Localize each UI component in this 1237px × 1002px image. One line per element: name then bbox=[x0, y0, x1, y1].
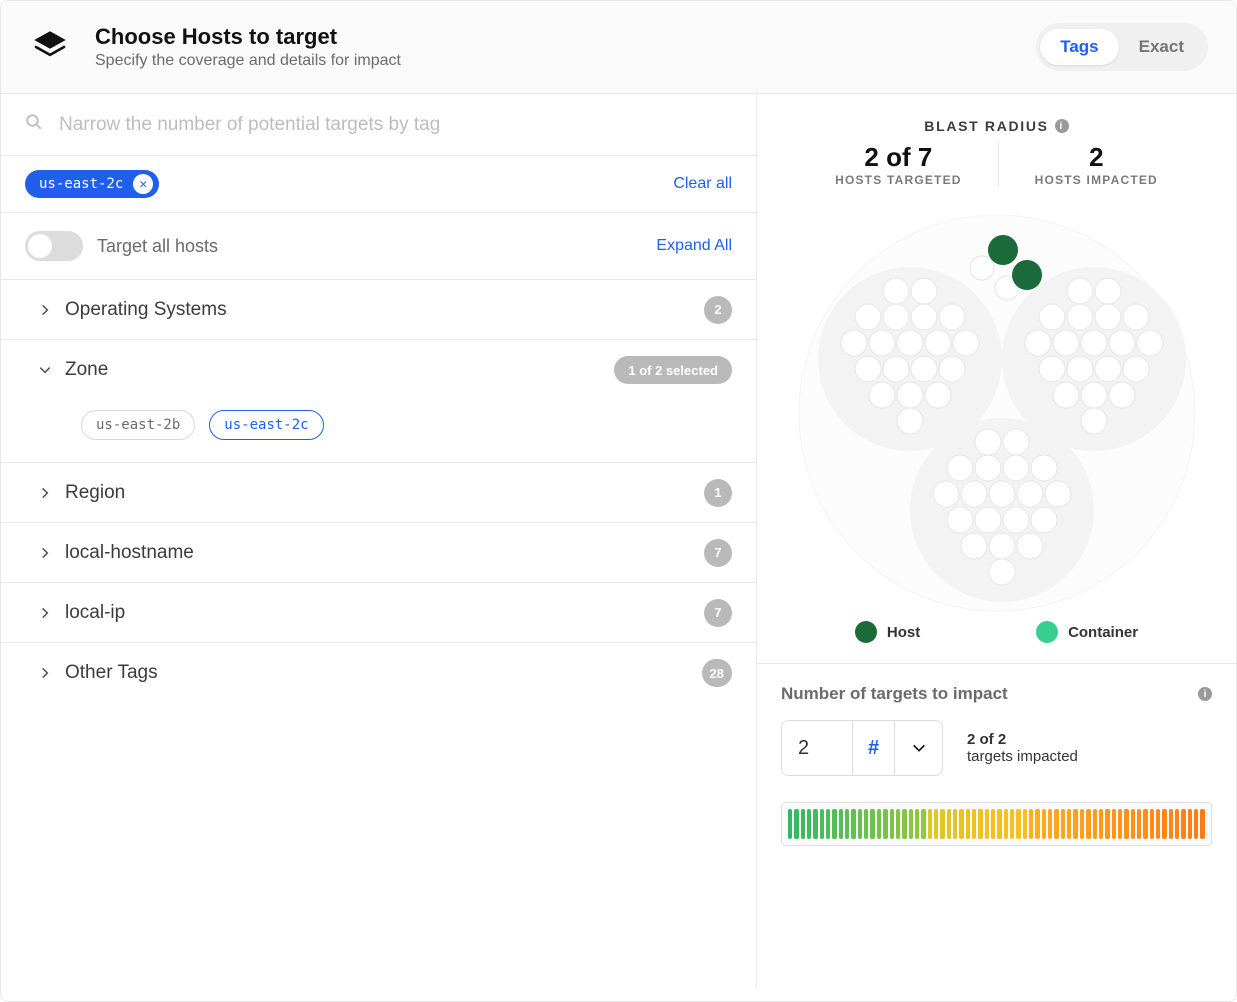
accordion-zone[interactable]: Zone 1 of 2 selected bbox=[1, 340, 756, 400]
accordion-other-tags[interactable]: Other Tags 28 bbox=[1, 643, 756, 703]
layers-icon bbox=[29, 26, 71, 68]
chevron-down-icon bbox=[25, 363, 65, 377]
count-badge: 7 bbox=[704, 599, 732, 627]
mode-toggle: Tags Exact bbox=[1036, 23, 1208, 71]
impact-summary: 2 of 2 targets impacted bbox=[967, 731, 1078, 765]
accordion-os[interactable]: Operating Systems 2 bbox=[1, 280, 756, 340]
clear-all-button[interactable]: Clear all bbox=[673, 171, 732, 197]
zone-option-1[interactable]: us-east-2c bbox=[209, 410, 323, 440]
count-badge: 7 bbox=[704, 539, 732, 567]
chevron-right-icon bbox=[25, 606, 65, 620]
accordion-region[interactable]: Region 1 bbox=[1, 463, 756, 523]
count-badge: 2 bbox=[704, 296, 732, 324]
accordion-local-ip[interactable]: local-ip 7 bbox=[1, 583, 756, 643]
impact-title: Number of targets to impact bbox=[781, 684, 1198, 704]
impact-count-input[interactable] bbox=[782, 721, 852, 775]
zone-option-0[interactable]: us-east-2b bbox=[81, 410, 195, 440]
toggle-label: Target all hosts bbox=[97, 236, 218, 257]
legend-container: Container bbox=[1036, 621, 1138, 643]
legend-host: Host bbox=[855, 621, 920, 643]
info-icon[interactable]: i bbox=[1198, 687, 1212, 701]
search-input[interactable] bbox=[57, 113, 732, 137]
page-title: Choose Hosts to target bbox=[95, 24, 1036, 50]
impact-unit-button[interactable]: # bbox=[852, 721, 894, 775]
accordion-local-hostname[interactable]: local-hostname 7 bbox=[1, 523, 756, 583]
chevron-right-icon bbox=[25, 303, 65, 317]
close-icon[interactable]: ✕ bbox=[133, 174, 153, 194]
blast-radius-title: BLAST RADIUS i bbox=[924, 118, 1068, 134]
selected-badge: 1 of 2 selected bbox=[614, 356, 732, 384]
tab-exact[interactable]: Exact bbox=[1119, 29, 1204, 65]
count-badge: 28 bbox=[702, 659, 732, 687]
expand-all-button[interactable]: Expand All bbox=[656, 233, 732, 259]
chevron-right-icon bbox=[25, 486, 65, 500]
hosts-targeted-value: 2 of 7 bbox=[835, 142, 962, 173]
impact-unit-dropdown[interactable] bbox=[894, 721, 942, 775]
chevron-right-icon bbox=[25, 666, 65, 680]
filter-chip-label: us-east-2c bbox=[39, 176, 123, 192]
count-badge: 1 bbox=[704, 479, 732, 507]
blast-radius-viz bbox=[797, 213, 1197, 613]
target-all-toggle[interactable] bbox=[25, 231, 83, 261]
tab-tags[interactable]: Tags bbox=[1040, 29, 1118, 65]
search-icon bbox=[25, 113, 43, 136]
impact-gradient bbox=[781, 802, 1212, 846]
hosts-impacted-value: 2 bbox=[1035, 142, 1158, 173]
filter-chip[interactable]: us-east-2c ✕ bbox=[25, 170, 159, 198]
page-subtitle: Specify the coverage and details for imp… bbox=[95, 52, 1036, 70]
info-icon[interactable]: i bbox=[1055, 119, 1069, 133]
chevron-right-icon bbox=[25, 546, 65, 560]
